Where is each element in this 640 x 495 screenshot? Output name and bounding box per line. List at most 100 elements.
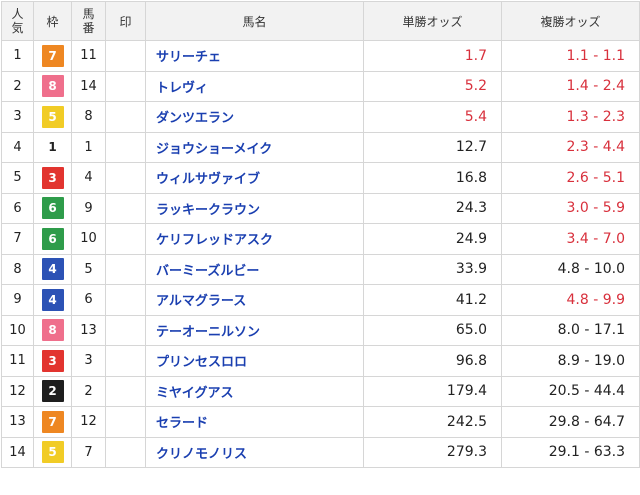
place-odds-cell: 3.0 - 5.9 [501,192,640,224]
mark-cell[interactable] [105,436,146,468]
table-row: 13 7 12 セラード 242.5 29.8 - 64.7 [1,406,640,438]
waku-cell: 8 [33,314,72,346]
table-row: 1 7 11 サリーチェ 1.7 1.1 - 1.1 [1,40,640,72]
popularity-cell: 11 [1,345,34,377]
horse-name-link[interactable]: ケリフレッドアスク [145,223,364,255]
mark-cell[interactable] [105,284,146,316]
mark-cell[interactable] [105,375,146,407]
header-umaban[interactable]: 馬 番 [71,1,106,41]
win-odds-cell: 12.7 [363,131,502,163]
horse-name-link[interactable]: アルマグラース [145,284,364,316]
popularity-cell: 8 [1,253,34,285]
waku-cell: 4 [33,284,72,316]
horse-name-link[interactable]: テーオーニルソン [145,314,364,346]
waku-cell: 2 [33,375,72,407]
mark-cell[interactable] [105,345,146,377]
waku-badge: 3 [41,349,64,372]
horse-name-link[interactable]: クリノモノリス [145,436,364,468]
table-row: 6 6 9 ラッキークラウン 24.3 3.0 - 5.9 [1,192,640,224]
waku-cell: 7 [33,40,72,72]
win-odds-cell: 16.8 [363,162,502,194]
header-popularity-line2: 気 [11,21,24,35]
popularity-cell: 4 [1,131,34,163]
umaban-cell: 10 [71,223,106,255]
header-place-odds[interactable]: 複勝オッズ [501,1,640,41]
place-odds-cell: 20.5 - 44.4 [501,375,640,407]
waku-badge: 4 [41,258,64,281]
win-odds-cell: 1.7 [363,40,502,72]
horse-name-link[interactable]: ラッキークラウン [145,192,364,224]
place-odds-cell: 1.1 - 1.1 [501,40,640,72]
mark-cell[interactable] [105,192,146,224]
mark-cell[interactable] [105,101,146,133]
horse-name-link[interactable]: セラード [145,406,364,438]
header-popularity[interactable]: 人 気 [1,1,34,41]
waku-cell: 8 [33,70,72,102]
win-odds-cell: 242.5 [363,406,502,438]
umaban-cell: 5 [71,253,106,285]
popularity-cell: 5 [1,162,34,194]
mark-cell[interactable] [105,162,146,194]
mark-cell[interactable] [105,406,146,438]
table-row: 7 6 10 ケリフレッドアスク 24.9 3.4 - 7.0 [1,223,640,255]
header-waku[interactable]: 枠 [33,1,72,41]
header-popularity-line1: 人 [11,7,24,21]
place-odds-cell: 1.4 - 2.4 [501,70,640,102]
popularity-cell: 1 [1,40,34,72]
horse-name-link[interactable]: ダンツエラン [145,101,364,133]
win-odds-cell: 24.9 [363,223,502,255]
waku-cell: 3 [33,345,72,377]
mark-cell[interactable] [105,314,146,346]
popularity-cell: 10 [1,314,34,346]
umaban-cell: 13 [71,314,106,346]
umaban-cell: 4 [71,162,106,194]
mark-cell[interactable] [105,70,146,102]
waku-cell: 7 [33,406,72,438]
mark-cell[interactable] [105,253,146,285]
waku-badge: 7 [41,410,64,433]
horse-name-link[interactable]: ジョウショーメイク [145,131,364,163]
umaban-cell: 3 [71,345,106,377]
umaban-cell: 1 [71,131,106,163]
waku-badge: 5 [41,105,64,128]
umaban-cell: 14 [71,70,106,102]
mark-cell[interactable] [105,223,146,255]
win-odds-cell: 24.3 [363,192,502,224]
popularity-cell: 12 [1,375,34,407]
waku-badge: 2 [41,380,64,403]
table-row: 12 2 2 ミヤイグアス 179.4 20.5 - 44.4 [1,375,640,407]
win-odds-cell: 96.8 [363,345,502,377]
header-mark[interactable]: 印 [105,1,146,41]
table-row: 3 5 8 ダンツエラン 5.4 1.3 - 2.3 [1,101,640,133]
umaban-cell: 9 [71,192,106,224]
horse-name-link[interactable]: プリンセスロロ [145,345,364,377]
mark-cell[interactable] [105,40,146,72]
horse-name-link[interactable]: トレヴィ [145,70,364,102]
header-umaban-line1: 馬 [82,7,95,21]
win-odds-cell: 179.4 [363,375,502,407]
horse-name-link[interactable]: バーミーズルビー [145,253,364,285]
waku-cell: 5 [33,436,72,468]
waku-badge: 8 [41,75,64,98]
popularity-cell: 3 [1,101,34,133]
win-odds-cell: 5.4 [363,101,502,133]
horse-name-link[interactable]: サリーチェ [145,40,364,72]
waku-cell: 6 [33,192,72,224]
waku-badge: 6 [41,227,64,250]
table-header-row: 人 気 枠 馬 番 印 馬名 単勝オッズ 複勝オッズ [1,1,640,41]
table-row: 11 3 3 プリンセスロロ 96.8 8.9 - 19.0 [1,345,640,377]
horse-name-link[interactable]: ウィルサヴァイブ [145,162,364,194]
waku-badge: 3 [41,166,64,189]
waku-badge: 1 [41,136,64,159]
mark-cell[interactable] [105,131,146,163]
waku-badge: 4 [41,288,64,311]
header-win-odds[interactable]: 単勝オッズ [363,1,502,41]
waku-badge: 7 [41,44,64,67]
place-odds-cell: 4.8 - 10.0 [501,253,640,285]
win-odds-cell: 65.0 [363,314,502,346]
header-horse-name[interactable]: 馬名 [145,1,364,41]
popularity-cell: 6 [1,192,34,224]
popularity-cell: 13 [1,406,34,438]
horse-name-link[interactable]: ミヤイグアス [145,375,364,407]
table-row: 10 8 13 テーオーニルソン 65.0 8.0 - 17.1 [1,314,640,346]
